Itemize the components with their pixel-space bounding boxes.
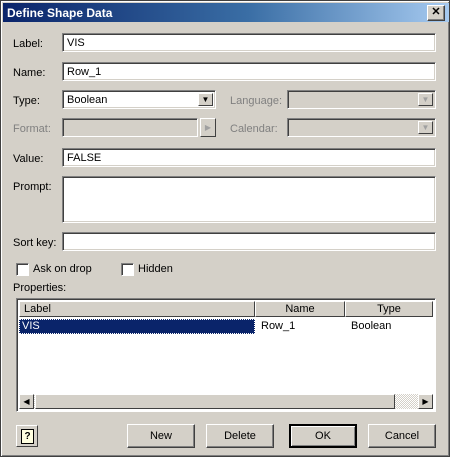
horizontal-scrollbar[interactable]: ◀ ▶ (19, 394, 433, 409)
type-select[interactable]: Boolean ▼ (62, 90, 216, 109)
prompt-textarea[interactable] (62, 176, 436, 223)
title-bar[interactable]: Define Shape Data ✕ (3, 3, 449, 22)
new-button[interactable]: New (127, 424, 195, 448)
properties-caption: Properties: (13, 282, 67, 294)
scroll-right-icon[interactable]: ▶ (418, 394, 433, 409)
chevron-right-icon: ▶ (204, 123, 212, 132)
type-value: Boolean (67, 94, 108, 106)
help-button[interactable]: ? (16, 425, 38, 447)
format-caption: Format: (13, 123, 51, 135)
sort-key-input[interactable] (62, 232, 436, 251)
name-caption: Name: (13, 67, 46, 79)
row-name-cell[interactable]: Row_1 (261, 319, 295, 334)
delete-button[interactable]: Delete (206, 424, 274, 448)
column-header-label[interactable]: Label (19, 301, 255, 317)
ask-on-drop-checkbox[interactable] (16, 263, 29, 276)
language-select[interactable]: ▼ (287, 90, 436, 109)
calendar-caption: Calendar: (230, 123, 278, 135)
column-header-type[interactable]: Type (345, 301, 433, 317)
format-picker-button[interactable]: ▶ (200, 118, 216, 137)
scroll-left-icon[interactable]: ◀ (19, 394, 34, 409)
close-button[interactable]: ✕ (427, 5, 445, 21)
row-type-cell[interactable]: Boolean (351, 319, 391, 334)
type-caption: Type: (13, 95, 40, 107)
ok-button[interactable]: OK (289, 424, 357, 448)
label-input[interactable]: VIS (62, 33, 436, 52)
hidden-label[interactable]: Hidden (138, 263, 173, 275)
properties-list[interactable]: Label Name Type VIS Row_1 Boolean ◀ ▶ (16, 298, 436, 412)
chevron-down-icon[interactable]: ▼ (418, 93, 433, 106)
format-input[interactable] (62, 118, 198, 137)
name-input[interactable]: Row_1 (62, 62, 436, 81)
hidden-checkbox[interactable] (121, 263, 134, 276)
chevron-down-icon[interactable]: ▼ (198, 93, 213, 106)
column-header-name[interactable]: Name (255, 301, 345, 317)
ask-on-drop-label[interactable]: Ask on drop (33, 263, 92, 275)
close-icon: ✕ (431, 6, 441, 18)
prompt-caption: Prompt: (13, 181, 52, 193)
value-caption: Value: (13, 153, 44, 165)
calendar-select[interactable]: ▼ (287, 118, 436, 137)
chevron-down-icon[interactable]: ▼ (418, 121, 433, 134)
cancel-button[interactable]: Cancel (368, 424, 436, 448)
define-shape-data-dialog: Define Shape Data ✕ Label: VIS Name: Row… (0, 0, 450, 457)
scrollbar-thumb[interactable] (35, 394, 395, 409)
sort-key-caption: Sort key: (13, 237, 57, 249)
language-caption: Language: (230, 95, 282, 107)
help-icon: ? (21, 429, 34, 444)
dialog-title: Define Shape Data (7, 6, 113, 20)
value-input[interactable]: FALSE (62, 148, 436, 167)
row-label-cell[interactable]: VIS (19, 319, 255, 334)
label-caption: Label: (13, 38, 43, 50)
